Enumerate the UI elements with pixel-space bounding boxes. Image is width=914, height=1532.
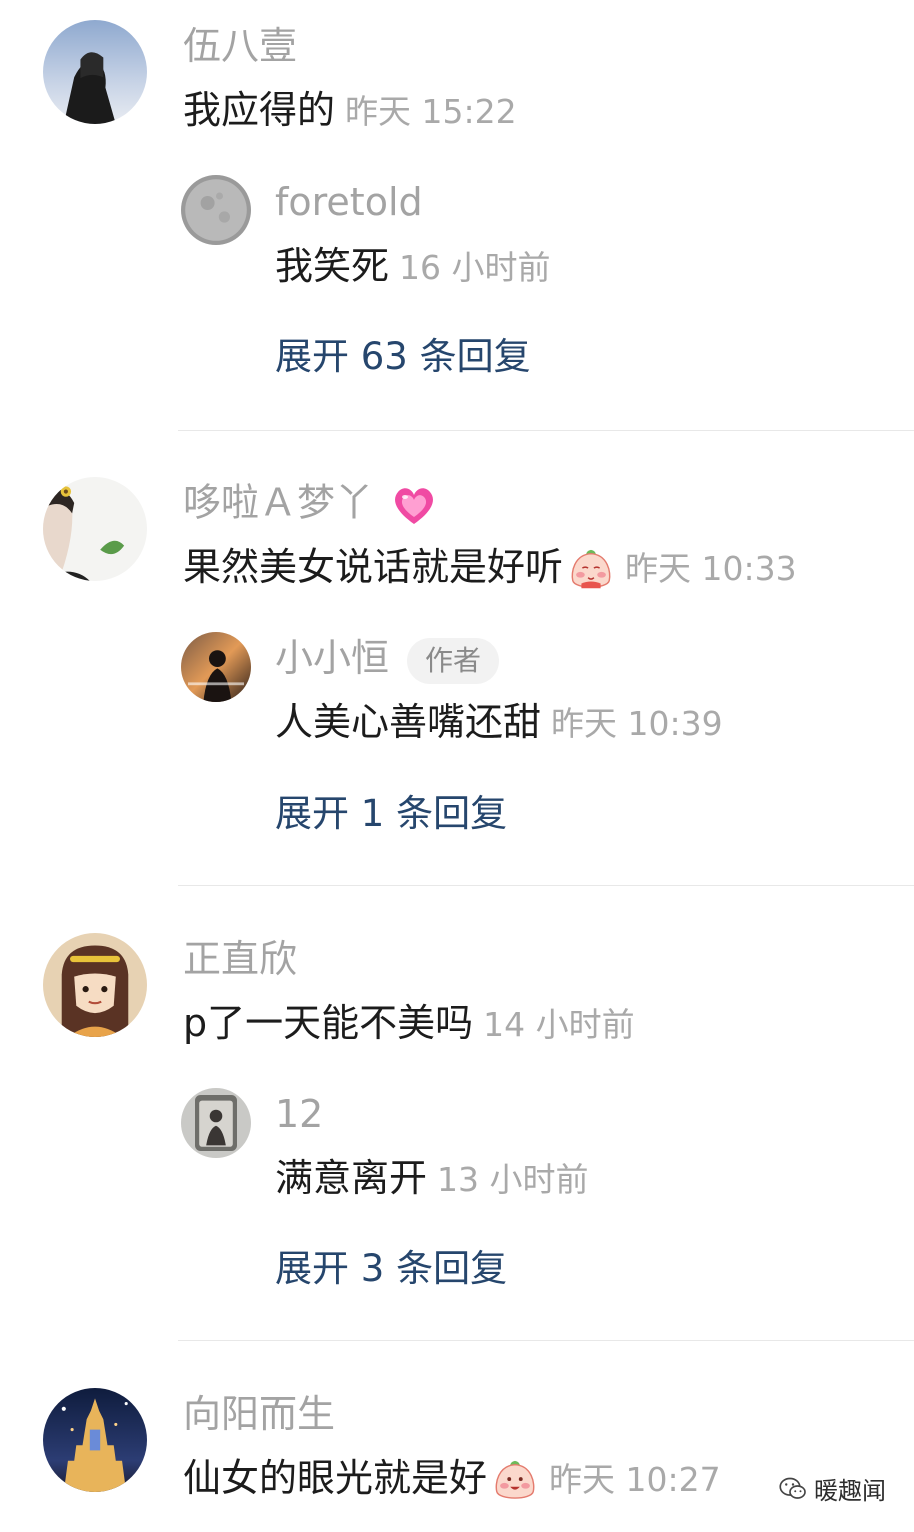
reply-username[interactable]: foretold — [275, 180, 423, 224]
comment-text: 我应得的 昨天 15:22 — [183, 88, 517, 134]
username-text: 哆啦Ａ梦丫 — [183, 480, 374, 525]
comment-item: 向阳而生 仙女的眼光就是好 昨天 10:27 — [0, 1340, 914, 1532]
reply-body: 我笑死 — [275, 244, 390, 288]
wechat-icon — [779, 1477, 806, 1499]
username-text: 小小恒 — [275, 636, 390, 680]
reply-text: 满意离开 13 小时前 — [275, 1156, 589, 1202]
reply-body: 满意离开 — [275, 1156, 428, 1200]
expand-replies-link[interactable]: 展开 63 条回复 — [275, 335, 531, 379]
reply-timestamp: 13 小时前 — [437, 1160, 589, 1199]
peach-grin-emoji — [491, 1457, 539, 1505]
reply-timestamp: 16 小时前 — [399, 248, 551, 287]
avatar[interactable] — [43, 477, 147, 581]
comment-timestamp: 昨天 10:33 — [625, 549, 797, 588]
comment-username[interactable]: 伍八壹 — [183, 24, 297, 68]
avatar[interactable] — [43, 20, 147, 124]
watermark: 暖趣闻 — [778, 1471, 886, 1506]
comment-username[interactable]: 正直欣 — [183, 937, 297, 981]
reply-text: 我笑死 16 小时前 — [275, 244, 551, 290]
comment-body: 我应得的 — [183, 88, 336, 132]
comment-text: 果然美女说话就是好听 昨天 10:33 — [183, 545, 797, 594]
reply-text: 人美心善嘴还甜 昨天 10:39 — [275, 700, 723, 746]
comment-username[interactable]: 向阳而生 — [183, 1392, 335, 1436]
comment-timestamp: 14 小时前 — [483, 1005, 635, 1044]
reply-avatar[interactable] — [181, 1088, 251, 1158]
comment-username[interactable]: 哆啦Ａ梦丫 — [183, 480, 439, 530]
comment-body: p了一天能不美吗 — [183, 1001, 474, 1045]
reply-username[interactable]: 小小恒 作者 — [275, 636, 500, 684]
reply-avatar[interactable] — [181, 632, 251, 702]
avatar[interactable] — [43, 933, 147, 1037]
comment-text: 仙女的眼光就是好 昨天 10:27 — [183, 1456, 721, 1505]
peach-blush-emoji — [567, 546, 615, 594]
comment-item: 伍八壹 我应得的 昨天 15:22 foretold 我笑死 16 小时前 展开 6… — [0, 0, 914, 430]
reply-body: 人美心善嘴还甜 — [275, 700, 542, 744]
expand-replies-link[interactable]: 展开 1 条回复 — [275, 792, 507, 836]
comment-timestamp: 昨天 10:27 — [549, 1460, 721, 1499]
watermark-text: 暖趣闻 — [814, 1477, 886, 1505]
reply-username[interactable]: 12 — [275, 1092, 323, 1136]
comment-text: p了一天能不美吗 14 小时前 — [183, 1001, 635, 1047]
comment-body: 果然美女说话就是好听 — [183, 545, 564, 589]
comment-item: 正直欣 p了一天能不美吗 14 小时前 12 满意离开 13 小时前 展开 3 条回… — [0, 885, 914, 1340]
comment-body: 仙女的眼光就是好 — [183, 1456, 488, 1500]
avatar[interactable] — [43, 1388, 147, 1492]
pink-heart-emoji — [389, 480, 439, 530]
expand-replies-link[interactable]: 展开 3 条回复 — [275, 1247, 507, 1291]
reply-avatar[interactable] — [181, 175, 251, 245]
reply-timestamp: 昨天 10:39 — [551, 704, 723, 743]
comment-item: 哆啦Ａ梦丫 果然美女说话就是好听 昨天 10:33 小小恒 作者 人美心善嘴还甜… — [0, 430, 914, 885]
comment-timestamp: 昨天 15:22 — [345, 92, 517, 131]
author-badge: 作者 — [407, 637, 500, 684]
